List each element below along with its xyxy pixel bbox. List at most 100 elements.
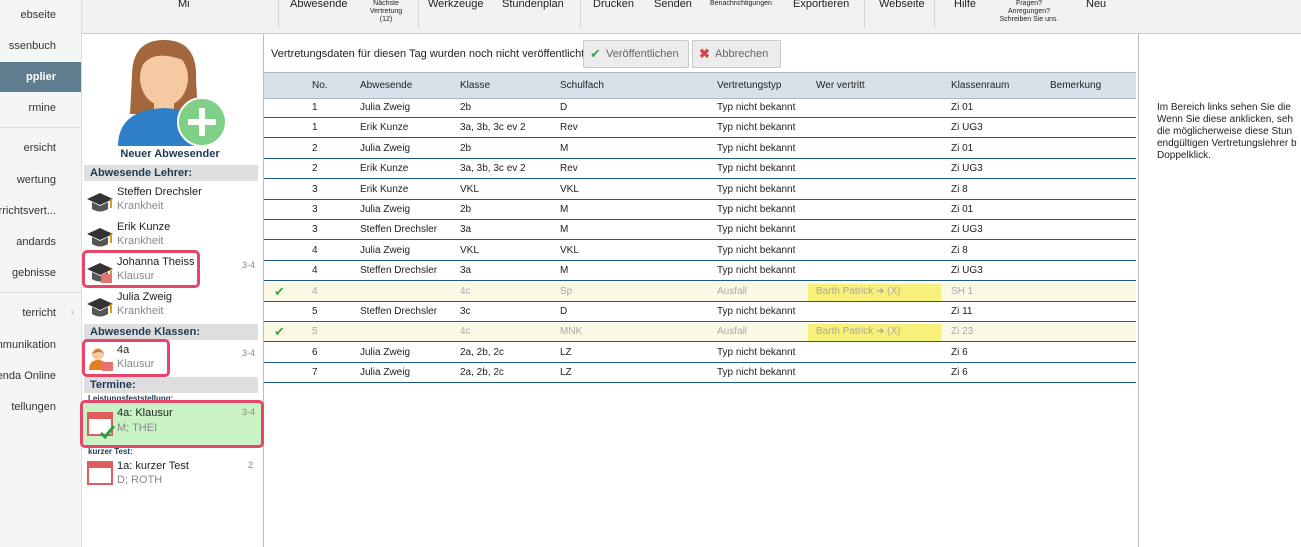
table-cell-absent: Steffen Drechsler — [360, 306, 438, 317]
table-row[interactable]: 1 Julia Zweig 2b D Typ nicht bekannt Zi 01 — [264, 99, 1136, 118]
table-cell-no: 2 — [312, 142, 318, 154]
table-cell-room: Zi UG3 — [951, 122, 983, 134]
column-header[interactable]: Klasse — [460, 73, 490, 99]
toolbar-stundenplan[interactable]: Stundenplan — [502, 0, 564, 34]
toolbar-werkzeuge[interactable]: Werkzeuge — [428, 0, 483, 34]
table-cell-room: Zi UG3 — [951, 224, 983, 236]
new-absentee-button[interactable] — [112, 36, 227, 147]
nav-item-standards[interactable]: andards — [0, 227, 81, 257]
nav-item-bewertung[interactable]: wertung — [0, 165, 81, 195]
table-row[interactable]: 2 Erik Kunze 3a, 3b, 3c ev 2 Rev Typ nicht b… — [264, 160, 1136, 180]
table-cell-room: Zi 8 — [951, 183, 968, 195]
nav-item-ergebnisse[interactable]: gebnisse — [0, 258, 81, 288]
column-header[interactable]: Schulfach — [560, 73, 604, 99]
toolbar-neu[interactable]: Neu — [1086, 0, 1106, 34]
table-row[interactable]: 7 Julia Zweig 2a, 2b, 2c LZ Typ nicht bekann… — [264, 364, 1136, 384]
table-row[interactable]: 1 Erik Kunze 3a, 3b, 3c ev 2 Rev Typ nicht b… — [264, 119, 1136, 139]
toolbar-abwesende[interactable]: Abwesende — [290, 0, 348, 34]
event-entry[interactable]: 1a: kurzer Test D; ROTH 2 — [82, 456, 262, 492]
table-row[interactable]: 4 Steffen Drechsler 3a M Typ nicht bekannt Zi… — [264, 262, 1136, 282]
absent-teacher-entry[interactable]: Erik Kunze Krankheit — [82, 221, 262, 253]
column-header[interactable]: No. — [312, 73, 328, 99]
toolbar-feedback[interactable]: Fragen? Anregungen? Schreiben Sie uns. — [996, 0, 1062, 34]
table-cell-type: Typ nicht bekannt — [717, 224, 796, 236]
nav-item-supplier[interactable]: pplier — [0, 62, 81, 92]
table-cell-type: Typ nicht bekannt — [717, 346, 796, 358]
table-row[interactable]: 3 Julia Zweig 2b M Typ nicht bekannt Zi 01 — [264, 201, 1136, 220]
publish-status-message: Vertretungsdaten für diesen Tag wurden n… — [271, 48, 588, 60]
table-cell-no: 5 — [312, 326, 318, 338]
close-icon: ✖ — [699, 46, 710, 61]
calendar-icon — [87, 461, 113, 485]
table-row[interactable]: 5 Steffen Drechsler 3c D Typ nicht bekannt Zi… — [264, 303, 1136, 322]
nav-item-termine[interactable]: rmine — [0, 93, 81, 123]
nav-item-kommunikation[interactable]: mmunikation — [0, 330, 81, 360]
table-cell-absent: Erik Kunze — [360, 163, 409, 175]
toolbar-hilfe[interactable]: Hilfe — [954, 0, 976, 34]
toolbar-benachrichtigungen[interactable]: Benachrichtigungen — [710, 0, 772, 34]
table-row[interactable]: 6 Julia Zweig 2a, 2b, 2c LZ Typ nicht bekann… — [264, 344, 1136, 363]
table-cell-class: 4c — [460, 285, 471, 297]
table-row[interactable]: 3 Erik Kunze VKL VKL Typ nicht bekannt Zi 8 — [264, 181, 1136, 200]
table-cell-subject: VKL — [560, 244, 579, 256]
table-cell-room: Zi 01 — [951, 204, 974, 215]
nav-item-klassenbuch[interactable]: ssenbuch — [0, 31, 81, 61]
table-row[interactable]: 2 Julia Zweig 2b M Typ nicht bekannt Zi 01 — [264, 140, 1136, 159]
table-row[interactable]: 4 Julia Zweig VKL VKL Typ nicht bekannt Zi 8 — [264, 242, 1136, 261]
table-cell-room: Zi UG3 — [951, 163, 983, 175]
toolbar-webseite[interactable]: Webseite — [879, 0, 925, 34]
column-header[interactable]: Bemerkung — [1050, 73, 1101, 99]
table-cell-class: 3c — [460, 306, 471, 317]
nav-item-einstellungen[interactable]: tellungen — [0, 392, 81, 422]
table-cell-class: 2b — [460, 102, 472, 113]
toolbar-drucken[interactable]: Drucken — [593, 0, 634, 34]
nav-divider — [0, 127, 81, 128]
table-cell-class: VKL — [460, 183, 479, 195]
table-cell-room: Zi UG3 — [951, 265, 983, 277]
toolbar-senden[interactable]: Senden — [654, 0, 692, 34]
event-title: 1a: kurzer Test — [117, 460, 189, 472]
toolbar-naechste-vertretung[interactable]: Nächste Vertretung (12) — [362, 0, 410, 34]
table-cell-class: 2b — [460, 204, 472, 215]
table-cell-absent: Julia Zweig — [360, 102, 411, 113]
toolbar-exportieren[interactable]: Exportieren — [793, 0, 849, 34]
table-cell-room: Zi 8 — [951, 244, 968, 256]
table-cell-type: Typ nicht bekannt — [717, 122, 796, 134]
publish-button[interactable]: ✔ Veröffentlichen — [583, 40, 689, 68]
absence-reason: Krankheit — [117, 305, 164, 317]
table-row[interactable]: ✔ 4 4c Sp Ausfall Barth Patrick ➜ (X) SH 1 — [264, 282, 1136, 302]
absent-teacher-entry[interactable]: Steffen Drechsler Krankheit — [82, 186, 262, 218]
absent-teacher-entry[interactable]: Julia Zweig Krankheit — [82, 291, 262, 323]
table-cell-absent: Erik Kunze — [360, 183, 409, 195]
nav-item-unterrichtsverteilung[interactable]: terrichtsvert... — [0, 196, 81, 226]
column-header[interactable]: Klassenraum — [951, 73, 1009, 99]
column-header[interactable]: Wer vertritt — [816, 73, 865, 99]
table-cell-type: Typ nicht bekannt — [717, 367, 796, 379]
nav-item-unterricht[interactable]: terricht › — [0, 298, 81, 328]
day-selector[interactable]: Mi — [178, 0, 190, 34]
absence-reason: Krankheit — [117, 200, 164, 212]
nav-item-uebersicht[interactable]: ersicht — [0, 133, 81, 163]
chevron-right-icon: › — [70, 307, 74, 318]
table-cell-type: Typ nicht bekannt — [717, 244, 796, 256]
column-header[interactable]: Vertretungstyp — [717, 73, 781, 99]
table-row[interactable]: 3 Steffen Drechsler 3a M Typ nicht bekannt Zi… — [264, 221, 1136, 241]
cancel-button[interactable]: ✖ Abbrechen — [692, 40, 781, 68]
table-cell-class: 2b — [460, 142, 472, 154]
info-panel: Im Bereich links sehen Sie die Wenn Sie … — [1138, 34, 1301, 547]
highlight-frame — [82, 339, 170, 377]
table-cell-subject: D — [560, 306, 568, 317]
table-cell-subject: M — [560, 224, 569, 236]
highlight-frame — [80, 400, 264, 448]
table-cell-sub[interactable]: Barth Patrick ➜ (X) — [816, 323, 901, 341]
column-header[interactable]: Abwesende — [360, 73, 412, 99]
table-cell-sub[interactable]: Barth Patrick ➜ (X) — [816, 283, 901, 301]
checkmark-icon: ✔ — [274, 283, 285, 299]
nav-item-webseite[interactable]: ebseite — [0, 0, 81, 30]
table-cell-subject: Rev — [560, 163, 578, 175]
table-cell-type: Typ nicht bekannt — [717, 265, 796, 277]
table-cell-type: Typ nicht bekannt — [717, 163, 796, 175]
nav-item-agenda-online[interactable]: enda Online — [0, 361, 81, 391]
graduation-cap-icon — [87, 193, 113, 212]
table-row[interactable]: ✔ 5 4c MNK Ausfall Barth Patrick ➜ (X) Zi 23 — [264, 323, 1136, 343]
